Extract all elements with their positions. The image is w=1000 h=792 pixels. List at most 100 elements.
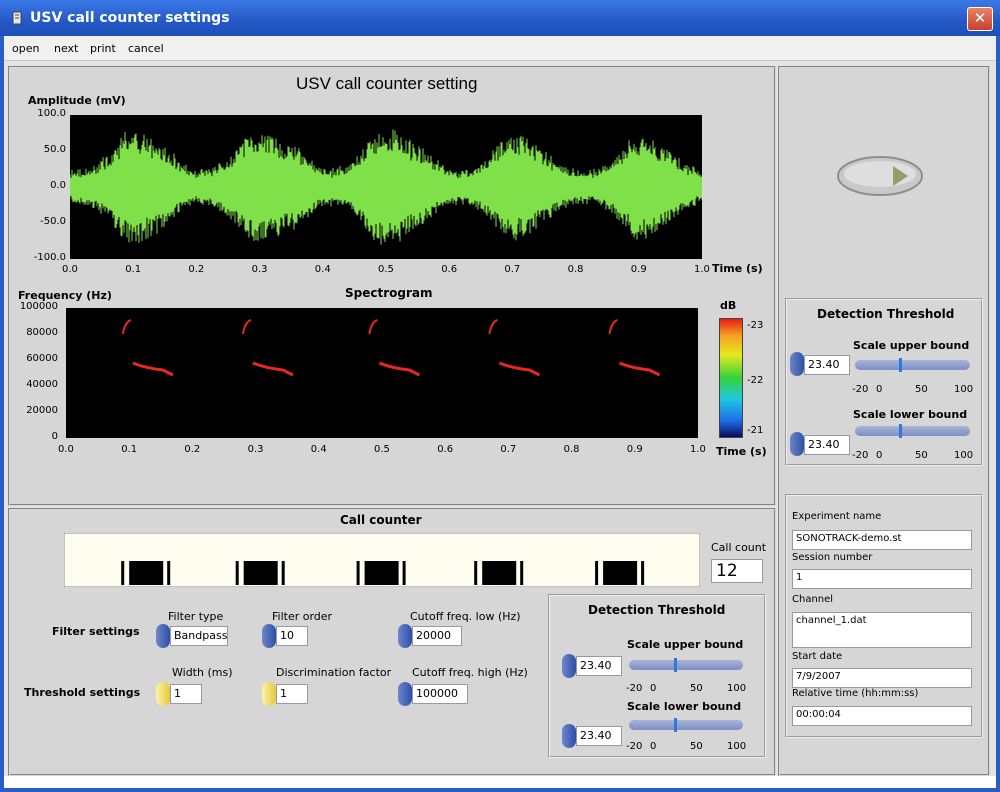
- spectrogram-xtick: 0.5: [374, 444, 390, 455]
- width-spinner[interactable]: [156, 682, 170, 706]
- upper-bound-slider-right[interactable]: [855, 360, 970, 370]
- cutoff-high-spinner[interactable]: [398, 682, 412, 706]
- cutoff-low-spinner[interactable]: [398, 624, 412, 648]
- discrimination-label: Discrimination factor: [276, 666, 391, 679]
- channel-label: Channel: [792, 594, 833, 605]
- spectrogram-background: [66, 308, 698, 438]
- discrimination-spinner[interactable]: [262, 682, 276, 706]
- scale-tick: 100: [727, 741, 746, 752]
- upper-bound-field-bottom[interactable]: 23.40: [576, 656, 622, 676]
- call-detection-mark: [603, 561, 637, 585]
- spectrogram-xtick: 0.9: [627, 444, 643, 455]
- spectrogram-xtick: 0.0: [58, 444, 74, 455]
- amplitude-ytick: -100.0: [26, 252, 66, 263]
- amplitude-xtick: 0.9: [631, 264, 647, 275]
- upper-bound-spinner-bottom[interactable]: [562, 654, 576, 678]
- filter-type-label: Filter type: [168, 610, 223, 623]
- scale-tick: 0: [876, 450, 882, 461]
- scale-tick: 100: [727, 683, 746, 694]
- close-icon[interactable]: ✕: [967, 7, 993, 31]
- upper-bound-label-bottom: Scale upper bound: [627, 638, 743, 651]
- lower-bound-label-right: Scale lower bound: [853, 408, 967, 421]
- colorbar-tick: -21: [747, 425, 763, 436]
- cutoff-high-field[interactable]: 100000: [412, 684, 468, 704]
- discrimination-field[interactable]: 1: [276, 684, 308, 704]
- lower-bound-slider-right[interactable]: [855, 426, 970, 436]
- width-field[interactable]: 1: [170, 684, 202, 704]
- menu-bar: open next print cancel: [4, 36, 996, 61]
- scale-tick: 100: [954, 384, 973, 395]
- threshold-settings-label: Threshold settings: [24, 686, 140, 699]
- spectrogram-ytick: 0: [18, 431, 58, 442]
- filter-order-field[interactable]: 10: [276, 626, 308, 646]
- filter-type-field[interactable]: Bandpass: [170, 626, 228, 646]
- session-number-field[interactable]: 1: [792, 569, 972, 589]
- lower-bound-spinner-bottom[interactable]: [562, 724, 576, 748]
- spectrogram-ytick: 100000: [18, 301, 58, 312]
- cutoff-high-label: Cutoff freq. high (Hz): [412, 666, 528, 679]
- start-date-field[interactable]: 7/9/2007: [792, 668, 972, 688]
- spectrogram-xtick: 0.4: [311, 444, 327, 455]
- relative-time-field[interactable]: 00:00:04: [792, 706, 972, 726]
- scale-tick: 50: [690, 741, 703, 752]
- upper-bound-slider-bottom[interactable]: [629, 660, 743, 670]
- title-bar[interactable]: USV call counter settings ✕: [0, 0, 1000, 36]
- spectrogram-title: Spectrogram: [345, 286, 433, 300]
- amplitude-xtick: 0.0: [62, 264, 78, 275]
- amplitude-xtick: 0.3: [252, 264, 268, 275]
- menu-print[interactable]: print: [90, 42, 116, 55]
- scale-tick: 100: [954, 450, 973, 461]
- lower-bound-spinner-right[interactable]: [790, 432, 804, 456]
- lower-bound-slider-bottom[interactable]: [629, 720, 743, 730]
- spectrogram-xtick: 0.1: [121, 444, 137, 455]
- amplitude-ylabel: Amplitude (mV): [28, 94, 126, 107]
- call-counter-title: Call counter: [340, 513, 422, 527]
- upper-bound-spinner-right[interactable]: [790, 352, 804, 376]
- detection-threshold-title-bottom: Detection Threshold: [588, 603, 725, 617]
- filter-type-spinner[interactable]: [156, 624, 170, 648]
- main-title: USV call counter setting: [296, 74, 477, 94]
- spectrogram-xtick: 0.6: [437, 444, 453, 455]
- run-button[interactable]: [836, 152, 928, 200]
- slider-thumb[interactable]: [899, 424, 902, 438]
- call-detection-mark: [121, 561, 124, 585]
- cutoff-low-label: Cutoff freq. low (Hz): [410, 610, 521, 623]
- spectrogram-xtick: 0.7: [500, 444, 516, 455]
- call-detection-mark: [520, 561, 523, 585]
- call-detection-mark: [129, 561, 163, 585]
- experiment-name-field[interactable]: SONOTRACK-demo.st: [792, 530, 972, 550]
- amplitude-ytick: 100.0: [26, 108, 66, 119]
- call-detection-mark: [357, 561, 360, 585]
- amplitude-xtick: 0.4: [315, 264, 331, 275]
- window-title: USV call counter settings: [30, 10, 230, 26]
- call-detection-mark: [236, 561, 239, 585]
- menu-open[interactable]: open: [12, 42, 39, 55]
- slider-thumb[interactable]: [674, 718, 677, 732]
- slider-thumb[interactable]: [674, 658, 677, 672]
- scale-tick: -20: [626, 683, 642, 694]
- menu-next[interactable]: next: [54, 42, 78, 55]
- upper-bound-label-right: Scale upper bound: [853, 339, 969, 352]
- spectrogram-ytick: 20000: [18, 405, 58, 416]
- slider-thumb[interactable]: [899, 358, 902, 372]
- amplitude-plot: [70, 115, 702, 259]
- upper-bound-field-right[interactable]: 23.40: [804, 355, 850, 375]
- filter-order-spinner[interactable]: [262, 624, 276, 648]
- lower-bound-field-right[interactable]: 23.40: [804, 435, 850, 455]
- amplitude-xtick: 0.1: [125, 264, 141, 275]
- lower-bound-field-bottom[interactable]: 23.40: [576, 726, 622, 746]
- spectrogram-xtick: 1.0: [690, 444, 706, 455]
- amplitude-ytick: 0.0: [26, 180, 66, 191]
- amplitude-xtick: 0.6: [441, 264, 457, 275]
- amplitude-xlabel: Time (s): [712, 262, 763, 275]
- detection-threshold-title-right: Detection Threshold: [817, 307, 954, 321]
- amplitude-xtick: 1.0: [694, 264, 710, 275]
- filter-settings-label: Filter settings: [52, 625, 140, 638]
- call-detection-mark: [641, 561, 644, 585]
- cutoff-low-field[interactable]: 20000: [412, 626, 462, 646]
- scale-tick: 50: [690, 683, 703, 694]
- menu-cancel[interactable]: cancel: [128, 42, 164, 55]
- call-detection-mark: [403, 561, 406, 585]
- channel-field[interactable]: channel_1.dat: [792, 612, 972, 648]
- scale-tick: -20: [852, 384, 868, 395]
